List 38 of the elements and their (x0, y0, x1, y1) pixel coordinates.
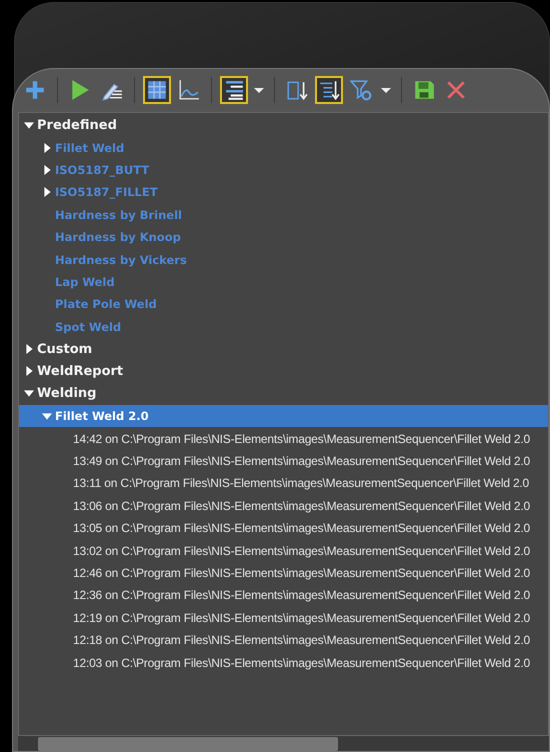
align-right-button[interactable] (220, 76, 248, 104)
tree-item[interactable]: 12:03 on C:\Program Files\NIS-Elements\images\MeasurementSequencer\Fillet Weld 2.0 (19, 651, 548, 674)
tree-item[interactable]: 13:06 on C:\Program Files\NIS-Elements\images\MeasurementSequencer\Fillet Weld 2.0 (19, 494, 548, 518)
table-icon (146, 79, 168, 101)
collapsed-arrow-icon[interactable] (26, 366, 32, 376)
scrollbar-thumb[interactable] (38, 737, 338, 751)
tree-item[interactable]: WeldReport (19, 360, 548, 383)
tree-item[interactable]: 14:42 on C:\Program Files\NIS-Elements\images\MeasurementSequencer\Fillet Weld 2.0 (19, 427, 548, 450)
tree-item[interactable]: 13:49 on C:\Program Files\NIS-Elements\images\MeasurementSequencer\Fillet Weld 2.0 (19, 450, 548, 472)
numbered-sort-icon (286, 79, 308, 101)
tree-item[interactable]: Welding (19, 382, 548, 406)
line-chart-icon (178, 79, 200, 101)
tree-item[interactable]: 13:05 on C:\Program Files\NIS-Elements\images\MeasurementSequencer\Fillet Weld 2.0 (19, 517, 548, 540)
tree-item[interactable]: 12:36 on C:\Program Files\NIS-Elements\images\MeasurementSequencer\Fillet Weld 2.0 (19, 584, 548, 607)
collapsed-arrow-icon[interactable] (44, 142, 50, 153)
expanded-arrow-icon[interactable] (24, 122, 34, 129)
tree-item[interactable]: Predefined (19, 114, 548, 136)
dropdown-arrow-icon (254, 88, 264, 92)
collapsed-arrow-icon[interactable] (44, 164, 50, 175)
tree-item[interactable]: Custom (19, 338, 548, 360)
plus-icon (24, 79, 46, 101)
table-button[interactable] (143, 76, 171, 104)
expanded-arrow-icon[interactable] (42, 412, 52, 420)
cross-icon (445, 79, 467, 101)
horizontal-scrollbar[interactable] (18, 736, 549, 751)
collapsed-arrow-icon[interactable] (26, 344, 32, 354)
tree-item[interactable]: 13:11 on C:\Program Files\NIS-Elements\images\MeasurementSequencer\Fillet Weld 2.0 (19, 472, 548, 495)
filter-gear-icon (350, 79, 372, 101)
tree-item[interactable]: 12:19 on C:\Program Files\NIS-Elements\images\MeasurementSequencer\Fillet Weld 2.0 (19, 606, 548, 629)
expanded-arrow-icon[interactable] (24, 390, 34, 398)
list-sort-icon (318, 79, 340, 101)
tree-item[interactable]: 12:46 on C:\Program Files\NIS-Elements\images\MeasurementSequencer\Fillet Weld 2.0 (19, 562, 548, 584)
dropdown-arrow-icon (381, 88, 391, 92)
collapsed-arrow-icon[interactable] (44, 187, 50, 198)
list-sort-button[interactable] (315, 76, 343, 104)
tree-item[interactable]: Fillet Weld 2.0 (19, 405, 548, 428)
tree-item[interactable]: 13:02 on C:\Program Files\NIS-Elements\images\MeasurementSequencer\Fillet Weld 2.0 (19, 539, 548, 562)
tree-item[interactable]: 12:18 on C:\Program Files\NIS-Elements\images\MeasurementSequencer\Fillet Weld 2.0 (19, 628, 548, 652)
